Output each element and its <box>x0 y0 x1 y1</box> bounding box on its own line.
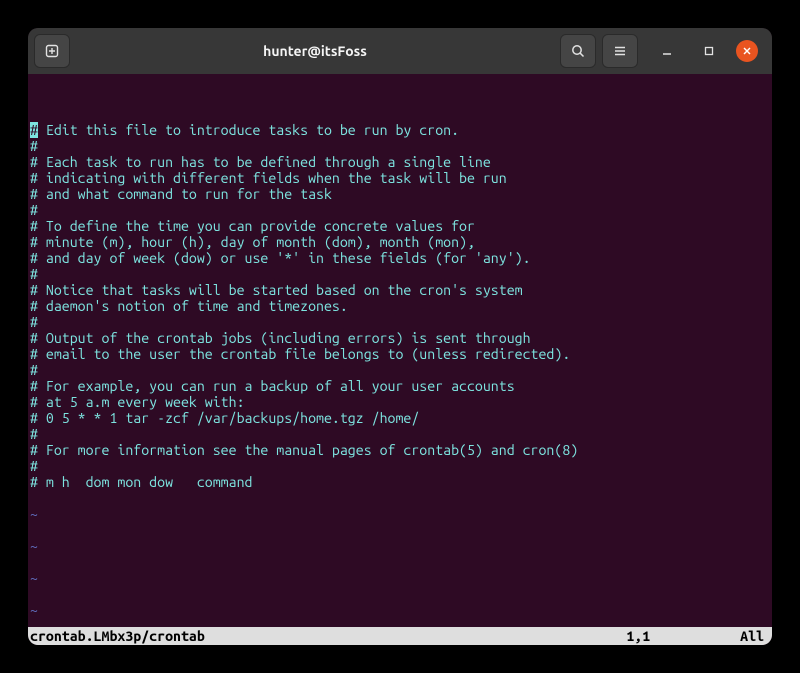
editor-line: # <box>30 202 38 218</box>
window-title: hunter@itsFoss <box>76 43 554 59</box>
menu-button[interactable] <box>602 34 638 68</box>
editor-line: # and what command to run for the task <box>30 186 332 202</box>
editor-content: # Edit this file to introduce tasks to b… <box>28 106 772 645</box>
close-button[interactable] <box>736 40 758 62</box>
editor-line: # To define the time you can provide con… <box>30 218 475 234</box>
editor-line: # For more information see the manual pa… <box>30 442 578 458</box>
editor-line: # <box>30 426 38 442</box>
new-tab-icon <box>44 43 60 59</box>
editor-line: # 0 5 * * 1 tar -zcf /var/backups/home.t… <box>30 410 419 426</box>
status-filename: crontab.LMbx3p/crontab <box>30 627 205 645</box>
editor-line: # For example, you can run a backup of a… <box>30 378 515 394</box>
minimize-icon <box>661 45 673 57</box>
search-icon <box>570 43 586 59</box>
terminal-body[interactable]: # Edit this file to introduce tasks to b… <box>28 74 772 645</box>
editor-line: # Output of the crontab jobs (including … <box>30 330 531 346</box>
editor-line: # daemon's notion of time and timezones. <box>30 298 348 314</box>
editor-line: # <box>30 138 38 154</box>
empty-line-tilde: ~ <box>30 506 38 522</box>
vim-status-line: crontab.LMbx3p/crontab 1,1 All <box>28 627 772 645</box>
maximize-icon <box>703 45 715 57</box>
close-icon <box>742 46 752 56</box>
editor-line: # email to the user the crontab file bel… <box>30 346 570 362</box>
empty-line-tilde: ~ <box>30 602 38 618</box>
empty-line-tilde: ~ <box>30 538 38 554</box>
editor-line: Edit this file to introduce tasks to be … <box>38 122 459 138</box>
terminal-window: hunter@itsFoss <box>28 28 772 645</box>
minimize-button[interactable] <box>652 34 682 68</box>
maximize-button[interactable] <box>694 34 724 68</box>
menu-icon <box>612 43 628 59</box>
editor-line: # minute (m), hour (h), day of month (do… <box>30 234 475 250</box>
window-controls <box>644 34 766 68</box>
status-scroll: All <box>740 627 770 645</box>
editor-line: # at 5 a.m every week with: <box>30 394 245 410</box>
editor-line: # Each task to run has to be defined thr… <box>30 154 491 170</box>
status-position: 1,1 <box>626 627 740 645</box>
editor-line: # and day of week (dow) or use '*' in th… <box>30 250 531 266</box>
editor-line: # <box>30 362 38 378</box>
editor-line: # Notice that tasks will be started base… <box>30 282 523 298</box>
empty-line-tilde: ~ <box>30 570 38 586</box>
search-button[interactable] <box>560 34 596 68</box>
editor-line: # <box>30 458 38 474</box>
new-tab-button[interactable] <box>34 34 70 68</box>
editor-line: # m h dom mon dow command <box>30 474 252 490</box>
editor-line: # <box>30 266 38 282</box>
titlebar: hunter@itsFoss <box>28 28 772 74</box>
editor-line: # <box>30 314 38 330</box>
cursor: # <box>30 122 38 138</box>
editor-line: # indicating with different fields when … <box>30 170 507 186</box>
